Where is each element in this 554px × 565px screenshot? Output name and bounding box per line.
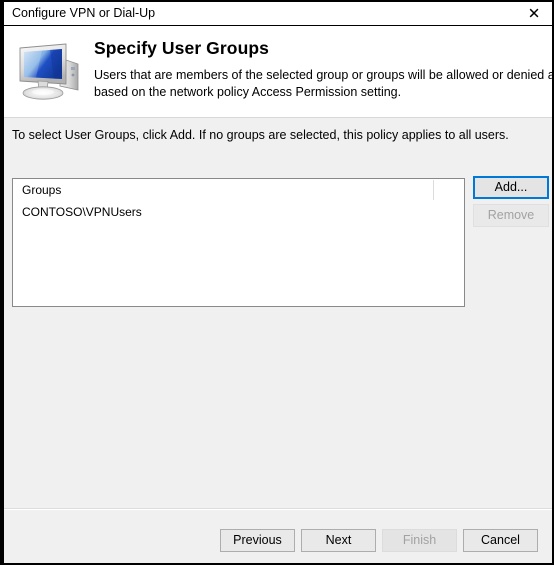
header-description-line-2: based on the network policy Access Permi… xyxy=(94,85,402,99)
list-item[interactable]: CONTOSO\VPNUsers xyxy=(22,205,142,219)
column-header-groups: Groups xyxy=(22,183,62,197)
dialog-header: Specify User Groups Users that are membe… xyxy=(4,26,554,118)
dialog-body: To select User Groups, click Add. If no … xyxy=(4,119,552,563)
page-title: Specify User Groups xyxy=(94,38,270,58)
listbox-column-header[interactable]: Groups xyxy=(13,179,464,200)
groups-listbox[interactable]: Groups CONTOSO\VPNUsers xyxy=(12,178,465,307)
configure-vpn-dialog: Configure VPN or Dial-Up ✕ Specify User … xyxy=(0,0,554,565)
cancel-button[interactable]: Cancel xyxy=(463,529,538,552)
next-button[interactable]: Next xyxy=(301,529,376,552)
instruction-text: To select User Groups, click Add. If no … xyxy=(12,128,509,142)
window-title: Configure VPN or Dial-Up xyxy=(12,6,156,20)
close-button[interactable]: ✕ xyxy=(516,2,552,25)
finish-button: Finish xyxy=(382,529,457,552)
header-description-line-1: Users that are members of the selected g… xyxy=(94,68,554,82)
title-bar: Configure VPN or Dial-Up ✕ xyxy=(4,2,552,26)
previous-button[interactable]: Previous xyxy=(220,529,295,552)
computer-monitor-icon xyxy=(14,38,88,104)
column-divider[interactable] xyxy=(433,180,434,200)
add-button[interactable]: Add... xyxy=(473,176,549,199)
close-icon: ✕ xyxy=(527,5,541,22)
footer-button-bar: Previous Next Finish Cancel xyxy=(4,510,552,561)
remove-button: Remove xyxy=(473,204,549,227)
